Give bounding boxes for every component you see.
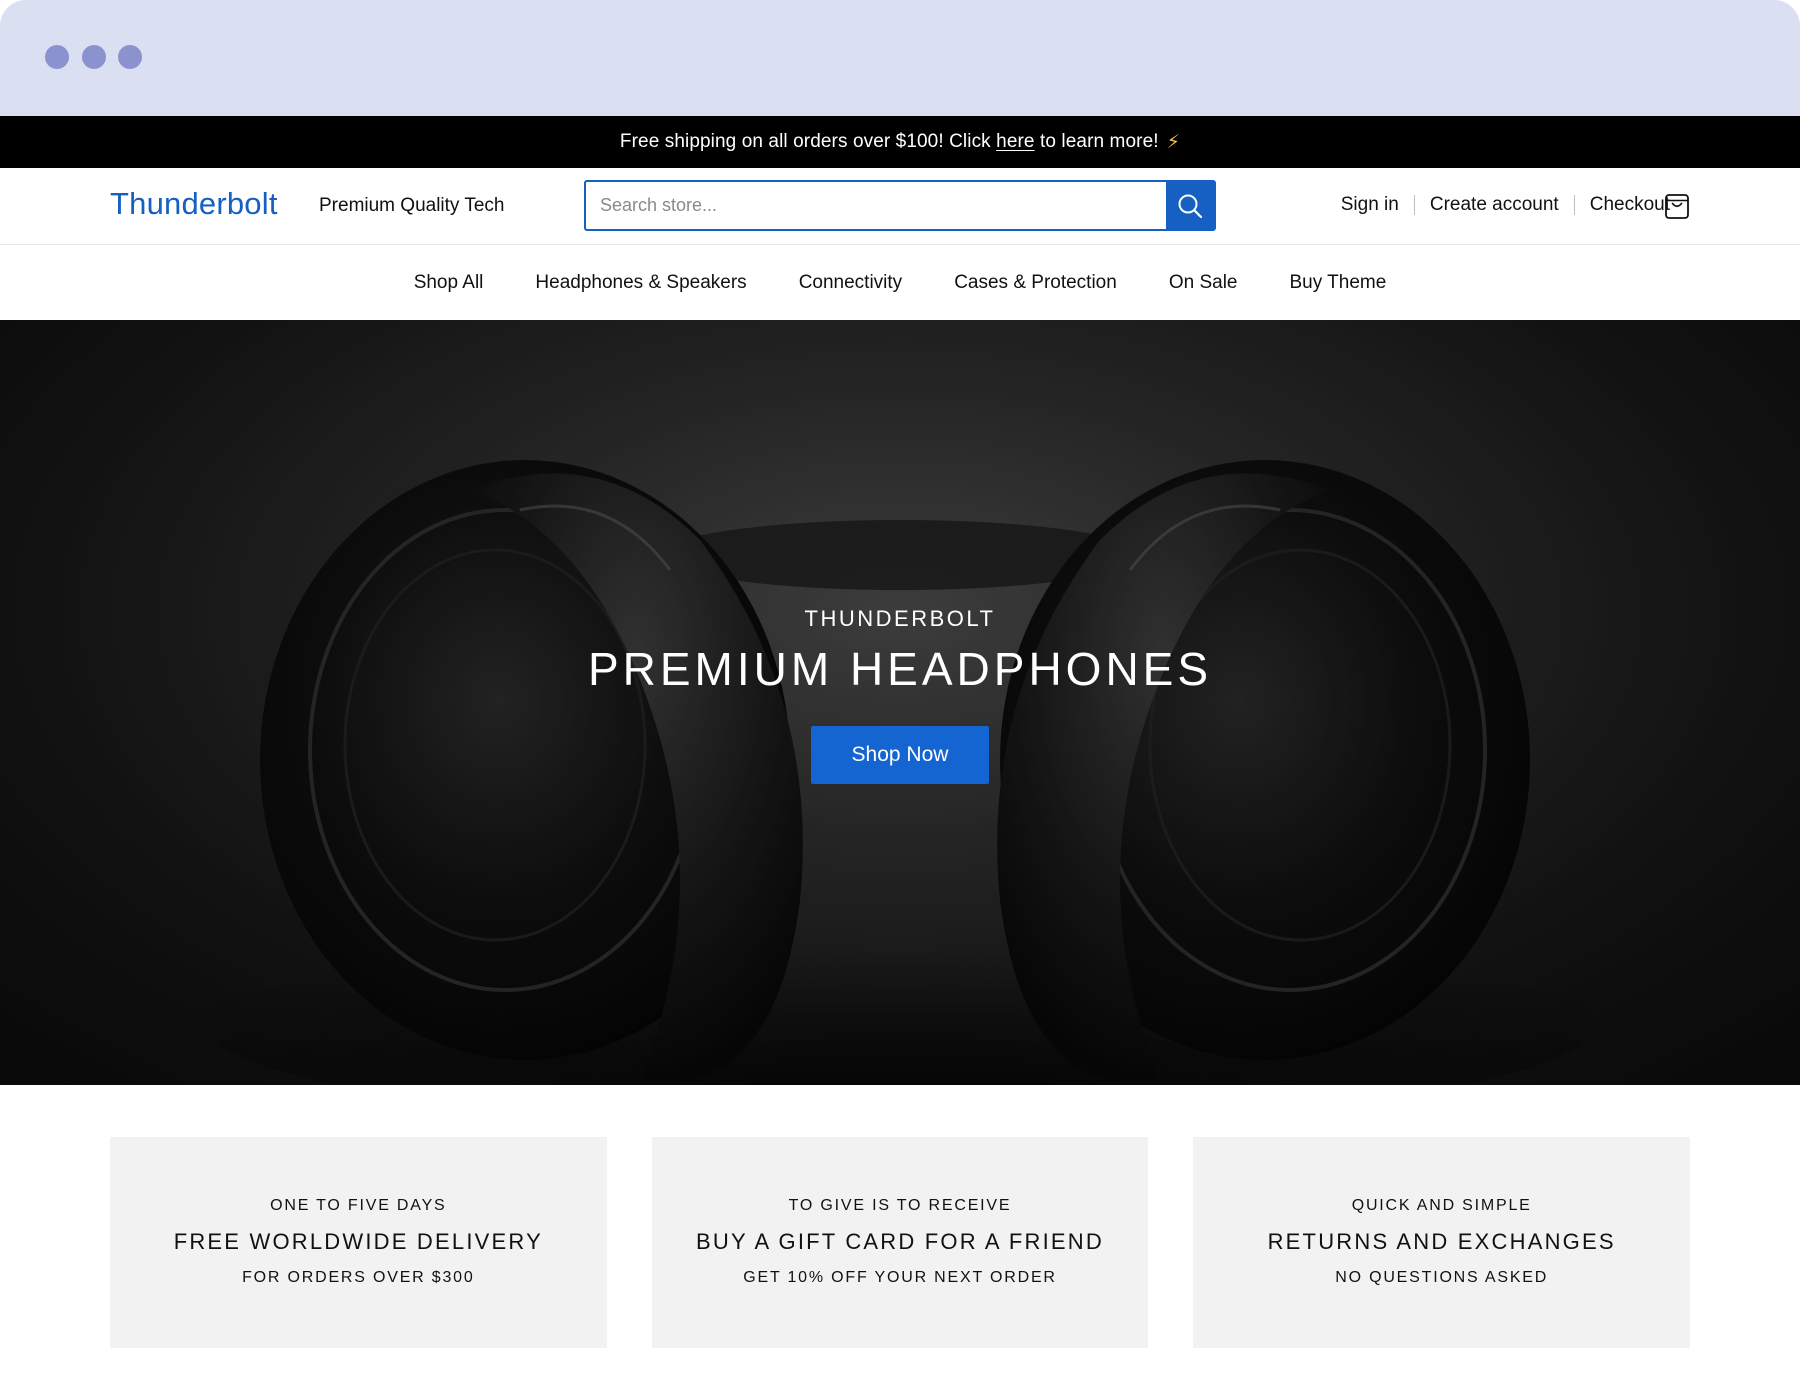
window-close-dot[interactable] — [45, 45, 69, 69]
nav-item-buy-theme[interactable]: Buy Theme — [1289, 272, 1386, 294]
feature-eyebrow: ONE TO FIVE DAYS — [270, 1197, 447, 1214]
search-bar — [584, 180, 1216, 231]
checkout-link[interactable]: Checkout — [1590, 194, 1670, 216]
sign-in-link[interactable]: Sign in — [1341, 194, 1399, 216]
hero-title: PREMIUM HEADPHONES — [587, 643, 1213, 695]
feature-title: BUY A GIFT CARD FOR A FRIEND — [696, 1229, 1104, 1254]
feature-card-gift-card: TO GIVE IS TO RECEIVE BUY A GIFT CARD FO… — [651, 1137, 1149, 1348]
feature-subtitle: FOR ORDERS OVER $300 — [242, 1269, 475, 1286]
window-minimize-dot[interactable] — [82, 45, 106, 69]
hero-content: THUNDERBOLT PREMIUM HEADPHONES Shop Now — [0, 606, 1800, 784]
announcement-link[interactable]: here — [996, 131, 1034, 153]
announcement-text-after: to learn more! — [1040, 131, 1159, 152]
feature-eyebrow: TO GIVE IS TO RECEIVE — [788, 1197, 1012, 1214]
browser-window-bar — [0, 0, 1800, 116]
window-maximize-dot[interactable] — [118, 45, 142, 69]
divider — [1413, 195, 1415, 215]
main-nav: Shop All Headphones & Speakers Connectiv… — [0, 245, 1800, 320]
feature-subtitle: NO QUESTIONS ASKED — [1335, 1269, 1549, 1286]
store-tagline: Premium Quality Tech — [319, 195, 505, 216]
feature-card-returns: QUICK AND SIMPLE RETURNS AND EXCHANGES N… — [1193, 1137, 1691, 1348]
account-links: Sign in Create account Checkout — [1341, 194, 1670, 216]
nav-item-headphones-speakers[interactable]: Headphones & Speakers — [535, 272, 746, 294]
hero-banner: THUNDERBOLT PREMIUM HEADPHONES Shop Now — [0, 320, 1800, 1085]
feature-title: FREE WORLDWIDE DELIVERY — [173, 1229, 543, 1254]
nav-item-cases-protection[interactable]: Cases & Protection — [954, 272, 1117, 294]
site-header: Thunderbolt Premium Quality Tech Sign in… — [0, 168, 1800, 245]
nav-item-connectivity[interactable]: Connectivity — [799, 272, 903, 294]
create-account-link[interactable]: Create account — [1430, 194, 1559, 216]
divider — [1573, 195, 1575, 215]
shopping-bag-icon[interactable] — [1664, 192, 1690, 220]
announcement-bar: Free shipping on all orders over $100! C… — [0, 116, 1800, 168]
shop-now-button[interactable]: Shop Now — [810, 726, 990, 784]
announcement-text-before: Free shipping on all orders over $100! C… — [619, 131, 991, 152]
store-logo[interactable]: Thunderbolt — [110, 186, 278, 222]
nav-item-on-sale[interactable]: On Sale — [1169, 272, 1238, 294]
feature-cards: ONE TO FIVE DAYS FREE WORLDWIDE DELIVERY… — [110, 1137, 1691, 1348]
nav-item-shop-all[interactable]: Shop All — [414, 272, 484, 294]
feature-card-delivery: ONE TO FIVE DAYS FREE WORLDWIDE DELIVERY… — [110, 1137, 607, 1348]
feature-title: RETURNS AND EXCHANGES — [1267, 1229, 1616, 1254]
feature-subtitle: GET 10% OFF YOUR NEXT ORDER — [743, 1269, 1057, 1286]
search-icon — [1178, 194, 1203, 218]
hero-eyebrow: THUNDERBOLT — [804, 606, 996, 631]
search-input[interactable] — [586, 182, 1166, 229]
search-button[interactable] — [1166, 182, 1214, 229]
lightning-bolt-icon: ⚡ — [1166, 131, 1181, 153]
feature-eyebrow: QUICK AND SIMPLE — [1351, 1197, 1532, 1214]
